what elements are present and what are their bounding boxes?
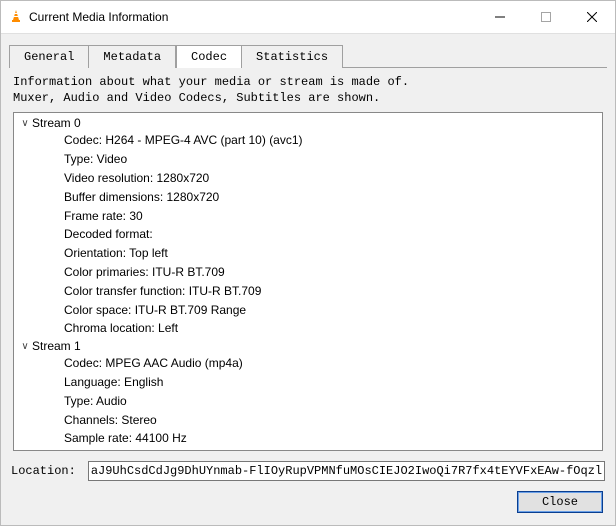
- dialog-footer: Close: [1, 481, 615, 525]
- codec-property: Chroma location: Left: [18, 319, 598, 338]
- vlc-cone-icon: [9, 9, 23, 26]
- codec-property: Bits per sample: 32: [18, 448, 598, 451]
- close-button[interactable]: Close: [517, 491, 603, 513]
- tab-statistics[interactable]: Statistics: [242, 45, 343, 68]
- maximize-button[interactable]: [523, 1, 569, 33]
- codec-property: Frame rate: 30: [18, 207, 598, 226]
- location-label: Location:: [11, 464, 76, 478]
- codec-property: Buffer dimensions: 1280x720: [18, 188, 598, 207]
- info-line: Muxer, Audio and Video Codecs, Subtitles…: [13, 90, 603, 106]
- codec-property: Codec: MPEG AAC Audio (mp4a): [18, 354, 598, 373]
- tab-codec[interactable]: Codec: [176, 45, 242, 68]
- tree-node-stream-0[interactable]: ∨ Stream 0: [18, 115, 598, 131]
- codec-property: Codec: H264 - MPEG-4 AVC (part 10) (avc1…: [18, 131, 598, 150]
- codec-property: Channels: Stereo: [18, 411, 598, 430]
- info-line: Information about what your media or str…: [13, 74, 603, 90]
- codec-property: Color transfer function: ITU-R BT.709: [18, 282, 598, 301]
- codec-property: Type: Video: [18, 150, 598, 169]
- location-row: Location:: [11, 461, 605, 481]
- stream-label: Stream 0: [32, 116, 81, 130]
- tab-bar: General Metadata Codec Statistics: [9, 44, 607, 67]
- stream-label: Stream 1: [32, 339, 81, 353]
- chevron-down-icon[interactable]: ∨: [18, 341, 32, 352]
- close-window-button[interactable]: [569, 1, 615, 33]
- window-title: Current Media Information: [29, 10, 168, 24]
- codec-property: Type: Audio: [18, 392, 598, 411]
- info-text: Information about what your media or str…: [13, 74, 603, 106]
- codec-property: Color primaries: ITU-R BT.709: [18, 263, 598, 282]
- codec-property: Language: English: [18, 373, 598, 392]
- titlebar: Current Media Information: [1, 1, 615, 34]
- codec-property: Orientation: Top left: [18, 244, 598, 263]
- media-info-window: Current Media Information General Metada…: [0, 0, 616, 526]
- codec-property: Sample rate: 44100 Hz: [18, 429, 598, 448]
- codec-property: Video resolution: 1280x720: [18, 169, 598, 188]
- tree-node-stream-1[interactable]: ∨ Stream 1: [18, 338, 598, 354]
- chevron-down-icon[interactable]: ∨: [18, 118, 32, 129]
- tab-metadata[interactable]: Metadata: [89, 45, 176, 68]
- minimize-button[interactable]: [477, 1, 523, 33]
- codec-property: Decoded format:: [18, 225, 598, 244]
- tab-general[interactable]: General: [9, 45, 89, 68]
- codec-property: Color space: ITU-R BT.709 Range: [18, 301, 598, 320]
- codec-tree[interactable]: ∨ Stream 0 Codec: H264 - MPEG-4 AVC (par…: [13, 112, 603, 451]
- location-input[interactable]: [88, 461, 605, 481]
